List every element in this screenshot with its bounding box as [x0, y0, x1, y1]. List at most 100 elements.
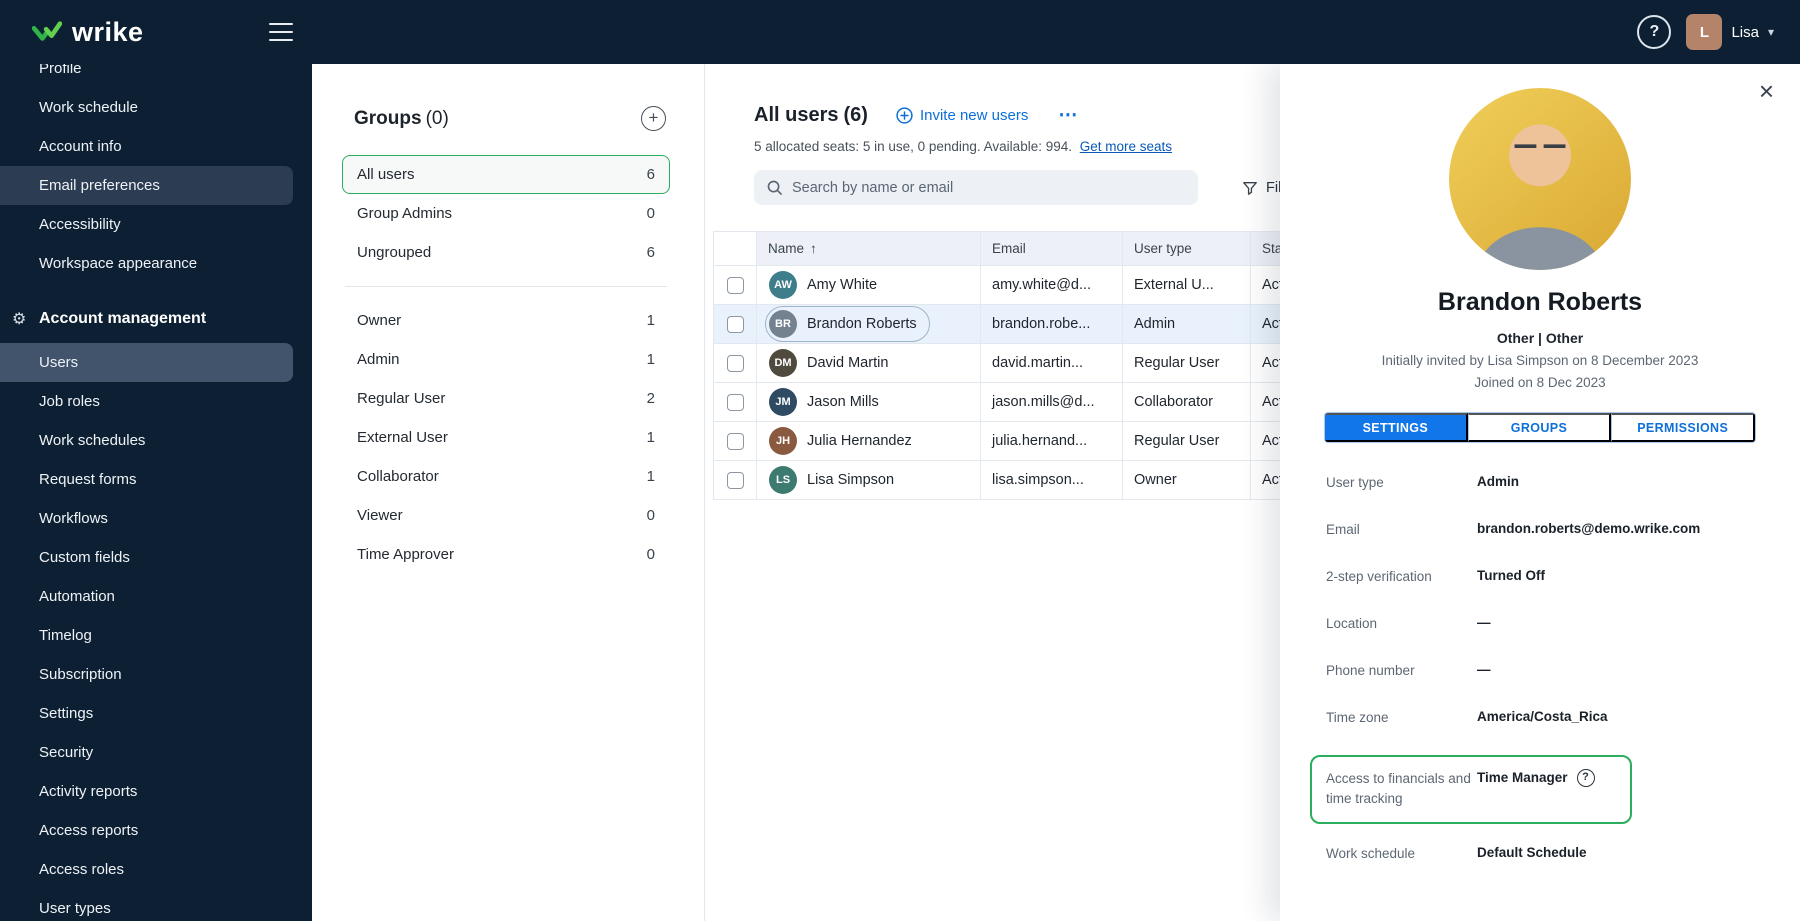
user-name-cell: JM Jason Mills — [765, 384, 892, 420]
user-type: Owner — [1123, 461, 1251, 499]
close-icon[interactable]: × — [1759, 78, 1774, 104]
tab-groups[interactable]: GROUPS — [1468, 413, 1612, 442]
field-user-type: User type Admin — [1326, 473, 1754, 494]
sidebar-item-account-info[interactable]: Account info — [0, 127, 293, 166]
get-more-seats-link[interactable]: Get more seats — [1080, 139, 1172, 154]
group-item-admin[interactable]: Admin1 — [342, 340, 670, 379]
sidebar-item-activity-reports[interactable]: Activity reports — [0, 772, 293, 811]
help-circle-icon[interactable]: ? — [1577, 769, 1595, 787]
hamburger-menu-icon[interactable] — [268, 20, 294, 44]
avatar: L — [1686, 14, 1722, 50]
tab-settings[interactable]: SETTINGS — [1325, 413, 1468, 442]
invite-new-users-button[interactable]: Invite new users — [896, 107, 1028, 124]
wrike-logo-icon — [32, 20, 62, 44]
sidebar-item-timelog[interactable]: Timelog — [0, 616, 293, 655]
topbar: wrike ? L Lisa ▾ — [0, 0, 1800, 64]
user-name: Amy White — [807, 277, 877, 293]
sidebar-item-profile[interactable]: Profile — [0, 64, 293, 88]
user-type: External U... — [1123, 266, 1251, 304]
sidebar-item-email-preferences[interactable]: Email preferences — [0, 166, 293, 205]
column-header-name[interactable]: Name ↑ — [757, 232, 981, 265]
wrike-logo[interactable]: wrike — [0, 17, 144, 48]
user-email: amy.white@d... — [981, 266, 1123, 304]
user-email: julia.hernand... — [981, 422, 1123, 460]
sidebar-item-automation[interactable]: Automation — [0, 577, 293, 616]
row-checkbox[interactable] — [727, 316, 744, 333]
avatar: JH — [769, 427, 797, 455]
sidebar-item-accessibility[interactable]: Accessibility — [0, 205, 293, 244]
gear-icon: ⚙ — [12, 309, 26, 329]
avatar: BR — [769, 310, 797, 338]
search-input[interactable] — [792, 180, 1186, 196]
user-name-cell: BR Brandon Roberts — [765, 306, 930, 342]
row-checkbox[interactable] — [727, 355, 744, 372]
filter-funnel-icon — [1242, 180, 1258, 196]
detail-tabs: SETTINGS GROUPS PERMISSIONS — [1324, 412, 1756, 443]
groups-title: Groups(0) — [354, 108, 449, 130]
sidebar-item-custom-fields[interactable]: Custom fields — [0, 538, 293, 577]
detail-joined-line: Joined on 8 Dec 2023 — [1280, 375, 1800, 390]
detail-user-name: Brandon Roberts — [1280, 288, 1800, 317]
user-name: Brandon Roberts — [807, 316, 917, 332]
help-icon[interactable]: ? — [1637, 15, 1671, 49]
group-item-regular-user[interactable]: Regular User2 — [342, 379, 670, 418]
user-name-cell: DMDavid Martin — [765, 345, 901, 381]
user-email: jason.mills@d... — [981, 383, 1123, 421]
sidebar-item-security[interactable]: Security — [0, 733, 293, 772]
sidebar-item-user-types[interactable]: User types — [0, 889, 293, 921]
sidebar-item-job-roles[interactable]: Job roles — [0, 382, 293, 421]
field-location: Location — — [1326, 614, 1754, 635]
tab-permissions[interactable]: PERMISSIONS — [1611, 413, 1755, 442]
plus-circle-icon — [896, 107, 913, 124]
sidebar-item-workspace-appearance[interactable]: Workspace appearance — [0, 244, 293, 283]
field-time-zone: Time zone America/Costa_Rica — [1326, 708, 1754, 729]
user-email: brandon.robe... — [981, 305, 1123, 343]
users-count: (6) — [843, 104, 867, 126]
sidebar-item-work-schedules[interactable]: Work schedules — [0, 421, 293, 460]
user-name-cell: JH Julia Hernandez — [765, 423, 925, 459]
groups-count: (0) — [426, 108, 449, 129]
group-item-owner[interactable]: Owner1 — [342, 301, 670, 340]
group-item-time-approver[interactable]: Time Approver0 — [342, 535, 670, 574]
group-item-viewer[interactable]: Viewer0 — [342, 496, 670, 535]
sidebar-item-request-forms[interactable]: Request forms — [0, 460, 293, 499]
sidebar: Profile Work schedule Account info Email… — [0, 64, 312, 921]
groups-panel: Groups(0) + All users6 Group Admins0 Ung… — [312, 64, 705, 921]
user-name: Jason Mills — [807, 394, 879, 410]
row-checkbox[interactable] — [727, 277, 744, 294]
user-name: Lisa Simpson — [807, 472, 894, 488]
brand-name: wrike — [72, 17, 144, 48]
row-checkbox[interactable] — [727, 472, 744, 489]
sidebar-item-settings[interactable]: Settings — [0, 694, 293, 733]
more-options-icon[interactable]: ⋯ — [1058, 104, 1078, 127]
account-menu[interactable]: L Lisa ▾ — [1686, 14, 1774, 50]
add-group-button[interactable]: + — [641, 106, 666, 131]
sidebar-item-workflows[interactable]: Workflows — [0, 499, 293, 538]
search-icon — [766, 179, 783, 196]
sidebar-item-access-roles[interactable]: Access roles — [0, 850, 293, 889]
avatar: LS — [769, 466, 797, 494]
account-user-name: Lisa — [1731, 24, 1759, 41]
search-box[interactable] — [754, 170, 1198, 205]
sidebar-item-access-reports[interactable]: Access reports — [0, 811, 293, 850]
group-item-collaborator[interactable]: Collaborator1 — [342, 457, 670, 496]
detail-user-meta: Other | Other — [1280, 330, 1800, 346]
group-item-group-admins[interactable]: Group Admins0 — [342, 194, 670, 233]
avatar: JM — [769, 388, 797, 416]
detail-invited-line: Initially invited by Lisa Simpson on 8 D… — [1280, 353, 1800, 368]
group-item-all-users[interactable]: All users6 — [342, 155, 670, 194]
chevron-down-icon: ▾ — [1768, 25, 1774, 39]
row-checkbox[interactable] — [727, 433, 744, 450]
field-work-schedule: Work schedule Default Schedule — [1326, 844, 1754, 865]
group-item-ungrouped[interactable]: Ungrouped6 — [342, 233, 670, 272]
column-header-email[interactable]: Email — [981, 232, 1123, 265]
column-header-user-type[interactable]: User type — [1123, 232, 1251, 265]
user-name: Julia Hernandez — [807, 433, 912, 449]
sidebar-item-users[interactable]: Users — [0, 343, 293, 382]
row-checkbox[interactable] — [727, 394, 744, 411]
sidebar-item-subscription[interactable]: Subscription — [0, 655, 293, 694]
group-item-external-user[interactable]: External User1 — [342, 418, 670, 457]
sidebar-item-work-schedule[interactable]: Work schedule — [0, 88, 293, 127]
field-phone-number: Phone number — — [1326, 661, 1754, 682]
user-type: Admin — [1123, 305, 1251, 343]
